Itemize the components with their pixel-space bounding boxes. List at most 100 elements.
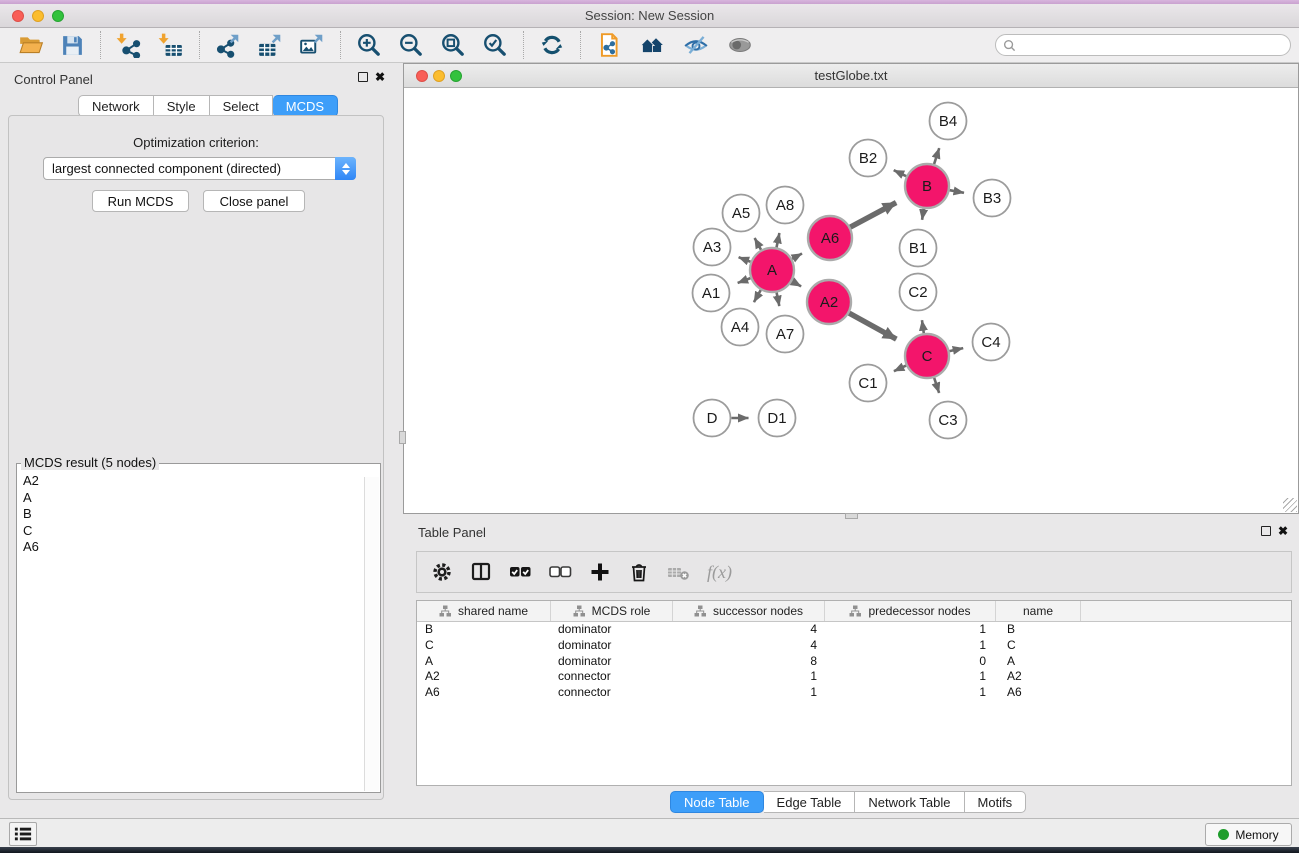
- table-tab-edge-table[interactable]: Edge Table: [764, 791, 856, 813]
- create-column-button[interactable]: [589, 561, 611, 583]
- tab-network[interactable]: Network: [78, 95, 154, 117]
- zoom-out-button[interactable]: [390, 29, 432, 61]
- graph-edge-B-B4[interactable]: [934, 148, 939, 164]
- cell-predecessor_nodes[interactable]: 1: [825, 685, 996, 701]
- cell-shared_name[interactable]: B: [417, 622, 551, 638]
- graph-edge-A2-C[interactable]: [849, 313, 896, 339]
- cell-shared_name[interactable]: A2: [417, 669, 551, 685]
- graph-edge-A-A4[interactable]: [754, 290, 761, 302]
- memory-button[interactable]: Memory: [1205, 823, 1292, 846]
- cell-successor_nodes[interactable]: 1: [673, 685, 825, 701]
- graph-edge-C-C3[interactable]: [934, 378, 939, 393]
- delete-columns-button[interactable]: [628, 561, 650, 583]
- optimization-criterion-select[interactable]: largest connected component (directed): [43, 157, 356, 180]
- column-header-predecessor-nodes[interactable]: predecessor nodes: [825, 601, 996, 621]
- import-table-button[interactable]: [150, 29, 192, 61]
- cell-predecessor_nodes[interactable]: 1: [825, 669, 996, 685]
- cell-shared_name[interactable]: A6: [417, 685, 551, 701]
- delete-table-button[interactable]: [667, 561, 690, 583]
- cell-name[interactable]: A2: [996, 669, 1081, 685]
- column-header-successor-nodes[interactable]: successor nodes: [673, 601, 825, 621]
- zoom-selected-button[interactable]: [474, 29, 516, 61]
- graph-edge-B-B2[interactable]: [894, 170, 906, 176]
- tab-select[interactable]: Select: [210, 95, 273, 117]
- cell-successor_nodes[interactable]: 4: [673, 638, 825, 654]
- select-all-columns-button[interactable]: [509, 561, 532, 583]
- cell-predecessor_nodes[interactable]: 1: [825, 638, 996, 654]
- cell-predecessor_nodes[interactable]: 1: [825, 622, 996, 638]
- close-panel-button[interactable]: Close panel: [203, 190, 305, 212]
- result-scrollbar[interactable]: [364, 477, 379, 791]
- table-row-a[interactable]: Adominator80A: [417, 654, 1291, 670]
- graph-edge-A-A1[interactable]: [738, 278, 751, 283]
- deselect-all-columns-button[interactable]: [549, 561, 572, 583]
- column-header-shared-name[interactable]: shared name: [417, 601, 551, 621]
- table-row-b[interactable]: Bdominator41B: [417, 622, 1291, 638]
- graph-edge-C-C4[interactable]: [949, 348, 963, 351]
- table-tab-motifs[interactable]: Motifs: [965, 791, 1027, 813]
- table-tab-network-table[interactable]: Network Table: [855, 791, 964, 813]
- mcds-result-item-b[interactable]: B: [23, 506, 360, 523]
- mcds-result-item-a6[interactable]: A6: [23, 539, 360, 556]
- cell-mcds_role[interactable]: dominator: [551, 638, 673, 654]
- graph-edge-A-A7[interactable]: [777, 293, 780, 307]
- table-settings-button[interactable]: [431, 561, 453, 583]
- horizontal-splitter-handle[interactable]: [845, 513, 858, 519]
- graph-edge-A-A2[interactable]: [792, 281, 801, 286]
- export-image-button[interactable]: [291, 29, 333, 61]
- show-eye-button[interactable]: [718, 29, 762, 61]
- graph-edge-B-B1[interactable]: [922, 209, 924, 220]
- hide-glasses-button[interactable]: [674, 29, 718, 61]
- cell-successor_nodes[interactable]: 1: [673, 669, 825, 685]
- zoom-in-button[interactable]: [348, 29, 390, 61]
- graph-edge-A-A5[interactable]: [755, 238, 761, 250]
- cell-predecessor_nodes[interactable]: 0: [825, 654, 996, 670]
- column-header-MCDS-role[interactable]: MCDS role: [551, 601, 673, 621]
- graph-edge-C-C1[interactable]: [894, 366, 906, 372]
- cell-name[interactable]: A6: [996, 685, 1081, 701]
- vertical-splitter-handle[interactable]: [399, 431, 406, 444]
- import-network-button[interactable]: [108, 29, 150, 61]
- graph-edge-A-A3[interactable]: [739, 257, 751, 262]
- table-row-c[interactable]: Cdominator41C: [417, 638, 1291, 654]
- cell-name[interactable]: A: [996, 654, 1081, 670]
- export-table-button[interactable]: [249, 29, 291, 61]
- mcds-result-item-a[interactable]: A: [23, 490, 360, 507]
- show-column-panel-button[interactable]: [470, 561, 492, 583]
- graph-edge-B-B3[interactable]: [950, 190, 964, 193]
- graph-edge-C-C2[interactable]: [922, 320, 924, 333]
- resize-grip-icon[interactable]: [1283, 498, 1297, 512]
- mcds-result-item-a2[interactable]: A2: [23, 473, 360, 490]
- cell-mcds_role[interactable]: connector: [551, 685, 673, 701]
- cell-shared_name[interactable]: A: [417, 654, 551, 670]
- cell-successor_nodes[interactable]: 8: [673, 654, 825, 670]
- save-session-button[interactable]: [52, 29, 93, 61]
- tab-mcds[interactable]: MCDS: [273, 95, 338, 117]
- cell-successor_nodes[interactable]: 4: [673, 622, 825, 638]
- float-panel-icon[interactable]: [358, 72, 368, 82]
- open-session-button[interactable]: [10, 29, 52, 61]
- float-table-panel-icon[interactable]: [1261, 526, 1271, 536]
- cell-mcds_role[interactable]: connector: [551, 669, 673, 685]
- home-button[interactable]: [630, 29, 674, 61]
- graph-edge-A-A6[interactable]: [792, 253, 802, 258]
- network-from-document-button[interactable]: [588, 29, 630, 61]
- cell-mcds_role[interactable]: dominator: [551, 654, 673, 670]
- close-table-panel-icon[interactable]: ✖: [1278, 526, 1288, 536]
- cell-mcds_role[interactable]: dominator: [551, 622, 673, 638]
- zoom-fit-button[interactable]: [432, 29, 474, 61]
- tab-style[interactable]: Style: [154, 95, 210, 117]
- cell-shared_name[interactable]: C: [417, 638, 551, 654]
- search-input[interactable]: [1020, 36, 1290, 54]
- close-panel-icon[interactable]: ✖: [375, 72, 385, 82]
- table-row-a2[interactable]: A2connector11A2: [417, 669, 1291, 685]
- network-canvas[interactable]: B4B2BB3A8A5A6B1A3AC2A1A2A4A7C4CC1DD1C3: [404, 88, 1298, 513]
- function-builder-button[interactable]: f(x): [707, 562, 732, 583]
- cell-name[interactable]: C: [996, 638, 1081, 654]
- graph-edge-A6-B[interactable]: [850, 203, 896, 228]
- table-tab-node-table[interactable]: Node Table: [670, 791, 764, 813]
- refresh-layout-button[interactable]: [531, 29, 573, 61]
- task-history-button[interactable]: [9, 822, 37, 846]
- column-header-name[interactable]: name: [996, 601, 1081, 621]
- table-row-a6[interactable]: A6connector11A6: [417, 685, 1291, 701]
